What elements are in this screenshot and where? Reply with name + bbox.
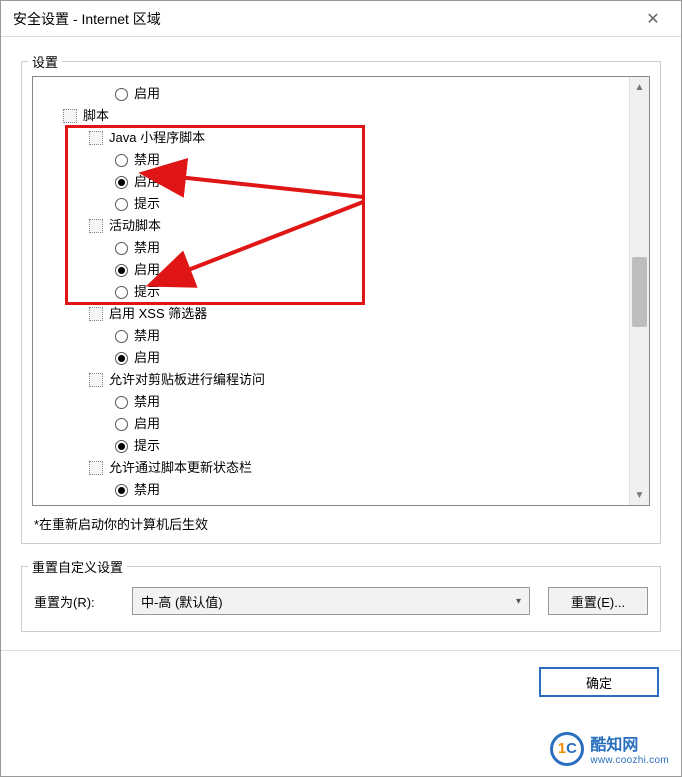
- java-applet-enable[interactable]: 启用: [33, 171, 629, 193]
- option-label: 禁用: [134, 237, 160, 259]
- radio-icon: [115, 242, 128, 255]
- option-label: 启用: [134, 347, 160, 369]
- radio-icon: [115, 330, 128, 343]
- option-label: 提示: [134, 435, 160, 457]
- category-icon: [89, 461, 103, 475]
- tree-scroll-area: 启用 脚本 Java 小程序脚本 禁用: [33, 77, 629, 505]
- radio-icon: [115, 440, 128, 453]
- radio-icon: [115, 264, 128, 277]
- option-label: 禁用: [134, 391, 160, 413]
- statusbar-disable[interactable]: 禁用: [33, 479, 629, 501]
- button-label: 确定: [586, 673, 612, 692]
- option-enable-generic[interactable]: 启用: [33, 83, 629, 105]
- option-label: 启用: [134, 413, 160, 435]
- reset-row: 重置为(R): 中-高 (默认值) ▾ 重置(E)...: [32, 581, 650, 621]
- settings-legend: 设置: [28, 52, 62, 71]
- reset-legend: 重置自定义设置: [28, 557, 127, 576]
- radio-icon: [115, 286, 128, 299]
- category-icon: [89, 373, 103, 387]
- radio-icon: [115, 88, 128, 101]
- close-icon: ✕: [646, 9, 659, 29]
- watermark: 1C 酷知网 www.coozhi.com: [550, 731, 669, 766]
- select-value: 中-高 (默认值): [141, 592, 223, 611]
- dialog-window: 安全设置 - Internet 区域 ✕ 设置 启用 脚本: [0, 0, 682, 777]
- close-button[interactable]: ✕: [633, 5, 673, 33]
- reset-groupbox: 重置自定义设置 重置为(R): 中-高 (默认值) ▾ 重置(E)...: [21, 566, 661, 632]
- category-label: 脚本: [83, 105, 109, 127]
- java-applet-disable[interactable]: 禁用: [33, 149, 629, 171]
- xss-disable[interactable]: 禁用: [33, 325, 629, 347]
- option-label: 禁用: [134, 325, 160, 347]
- clipboard-enable[interactable]: 启用: [33, 413, 629, 435]
- radio-icon: [115, 418, 128, 431]
- reset-label: 重置为(R):: [34, 592, 114, 611]
- category-active-scripting: 活动脚本: [33, 215, 629, 237]
- category-label: 允许通过脚本更新状态栏: [109, 457, 252, 479]
- radio-icon: [115, 396, 128, 409]
- radio-icon: [115, 154, 128, 167]
- scroll-down-icon[interactable]: ▼: [630, 485, 649, 505]
- category-label: 活动脚本: [109, 215, 161, 237]
- category-java-applet: Java 小程序脚本: [33, 127, 629, 149]
- reset-button[interactable]: 重置(E)...: [548, 587, 648, 615]
- radio-icon: [115, 352, 128, 365]
- watermark-text: 酷知网 www.coozhi.com: [590, 731, 669, 766]
- category-label: 启用 XSS 筛选器: [109, 303, 207, 325]
- scroll-up-icon[interactable]: ▲: [630, 77, 649, 97]
- scrollbar-thumb[interactable]: [632, 257, 647, 327]
- clipboard-disable[interactable]: 禁用: [33, 391, 629, 413]
- java-applet-prompt[interactable]: 提示: [33, 193, 629, 215]
- category-icon: [89, 219, 103, 233]
- category-label: 允许对剪贴板进行编程访问: [109, 369, 265, 391]
- xss-enable[interactable]: 启用: [33, 347, 629, 369]
- option-label: 启用: [134, 259, 160, 281]
- window-title: 安全设置 - Internet 区域: [13, 9, 161, 29]
- scrollbar[interactable]: ▲ ▼: [629, 77, 649, 505]
- clipboard-prompt[interactable]: 提示: [33, 435, 629, 457]
- ok-button[interactable]: 确定: [539, 667, 659, 697]
- category-clipboard: 允许对剪贴板进行编程访问: [33, 369, 629, 391]
- dialog-footer: 确定: [1, 651, 681, 697]
- active-script-enable[interactable]: 启用: [33, 259, 629, 281]
- category-xss-filter: 启用 XSS 筛选器: [33, 303, 629, 325]
- category-icon: [89, 307, 103, 321]
- category-scripts: 脚本: [33, 105, 629, 127]
- category-icon: [89, 131, 103, 145]
- reset-level-select[interactable]: 中-高 (默认值) ▾: [132, 587, 530, 615]
- radio-icon: [115, 198, 128, 211]
- button-label: 重置(E)...: [571, 592, 625, 611]
- chevron-down-icon: ▾: [516, 596, 521, 607]
- category-icon: [63, 109, 77, 123]
- radio-icon: [115, 176, 128, 189]
- settings-tree: 启用 脚本 Java 小程序脚本 禁用: [32, 76, 650, 506]
- option-label: 提示: [134, 281, 160, 303]
- watermark-logo-icon: 1C: [550, 732, 584, 766]
- category-statusbar: 允许通过脚本更新状态栏: [33, 457, 629, 479]
- option-label: 禁用: [134, 149, 160, 171]
- restart-note: *在重新启动你的计算机后生效: [34, 514, 648, 533]
- active-script-prompt[interactable]: 提示: [33, 281, 629, 303]
- dialog-content: 设置 启用 脚本 Java 小程序: [1, 37, 681, 632]
- titlebar: 安全设置 - Internet 区域 ✕: [1, 1, 681, 37]
- category-label: Java 小程序脚本: [109, 127, 205, 149]
- active-script-disable[interactable]: 禁用: [33, 237, 629, 259]
- settings-groupbox: 设置 启用 脚本 Java 小程序: [21, 61, 661, 544]
- option-label: 禁用: [134, 479, 160, 501]
- option-label: 启用: [134, 171, 160, 193]
- option-label: 启用: [134, 83, 160, 105]
- radio-icon: [115, 484, 128, 497]
- option-label: 提示: [134, 193, 160, 215]
